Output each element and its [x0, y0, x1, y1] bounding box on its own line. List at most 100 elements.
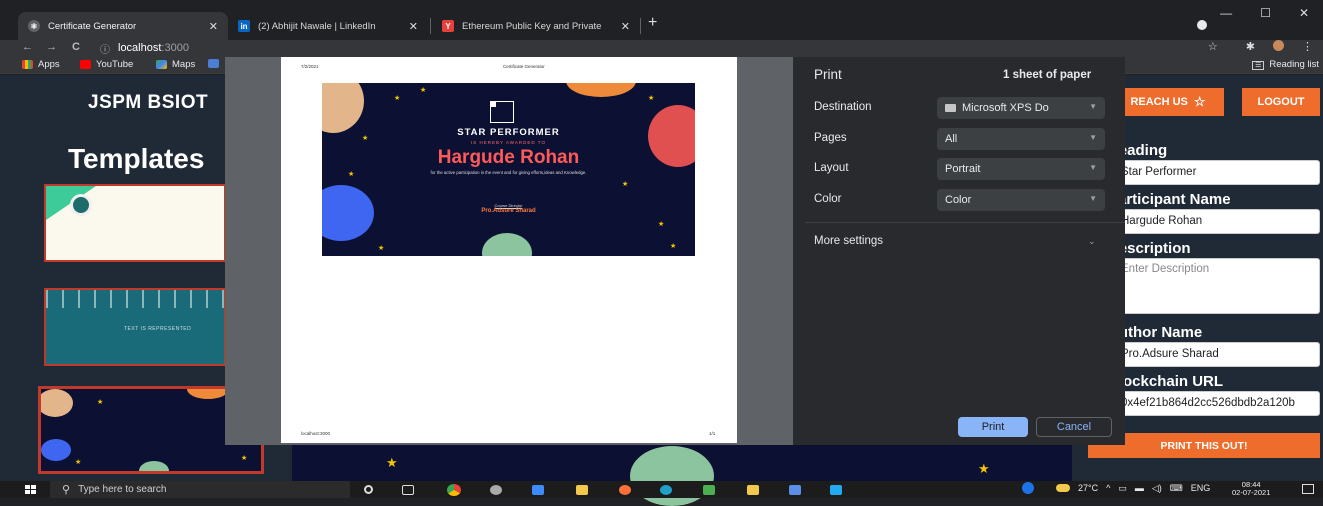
participant-name-input[interactable]: Hargude Rohan: [1108, 209, 1320, 234]
blockchain-url-input[interactable]: 0x4ef21b864d2cc526dbdb2a120b: [1108, 391, 1320, 416]
vscode-icon[interactable]: [830, 485, 842, 495]
tab-title: Ethereum Public Key and Private: [462, 20, 602, 32]
taskbar-clock[interactable]: 08:44 02-07-2021: [1232, 481, 1270, 497]
certificate-recipient-name: Hargude Rohan: [437, 147, 580, 168]
menu-icon[interactable]: ⋮: [1302, 40, 1313, 53]
taskbar-search[interactable]: ⚲ Type here to search: [50, 481, 350, 498]
back-arrow-icon[interactable]: ←: [22, 41, 33, 53]
print-dialog-title: Print: [814, 67, 842, 82]
firefox-icon[interactable]: [619, 485, 631, 495]
maximize-button[interactable]: ☐: [1260, 6, 1271, 20]
close-tab-icon[interactable]: ✕: [209, 20, 218, 33]
close-tab-icon[interactable]: ✕: [409, 20, 418, 33]
app-icon[interactable]: [789, 485, 801, 495]
bookmark-overflow[interactable]: [208, 59, 219, 68]
templates-heading: Templates: [68, 143, 205, 174]
bookmark-maps[interactable]: Maps: [156, 59, 195, 70]
dialog-cancel-button[interactable]: Cancel: [1036, 417, 1112, 437]
meet-icon[interactable]: [532, 485, 544, 495]
tab-linkedin[interactable]: in (2) Abhijit Nawale | LinkedIn ✕: [228, 12, 428, 40]
edge-icon[interactable]: [660, 485, 672, 495]
tab-certificate-generator[interactable]: ⚛ Certificate Generator ✕: [18, 12, 228, 40]
layout-label: Layout: [814, 162, 849, 174]
certificate-logo-icon: [490, 101, 514, 123]
windows-start-icon[interactable]: [25, 485, 36, 495]
destination-select[interactable]: Microsoft XPS Do ▼: [937, 97, 1105, 119]
star-decoration: ★: [97, 399, 104, 406]
star-decoration: ★: [420, 87, 427, 94]
pages-select[interactable]: All ▼: [937, 128, 1105, 150]
react-favicon-icon: ⚛: [28, 20, 40, 32]
media-control-icon[interactable]: [1197, 20, 1207, 30]
layout-select[interactable]: Portrait ▼: [937, 158, 1105, 180]
forward-arrow-icon[interactable]: →: [46, 41, 57, 53]
printer-icon: [945, 104, 956, 112]
pages-value: All: [945, 133, 958, 145]
close-window-button[interactable]: ✕: [1299, 6, 1309, 20]
apps-grid-icon: [22, 60, 33, 69]
cortana-icon[interactable]: [364, 485, 373, 494]
search-placeholder: Type here to search: [78, 484, 167, 495]
star-decoration: ★: [394, 95, 401, 102]
color-select[interactable]: Color ▼: [937, 189, 1105, 211]
preview-date: 7/2/2021: [301, 64, 319, 69]
temperature[interactable]: 27°C: [1078, 483, 1098, 493]
sheet-count: 1 sheet of paper: [1003, 69, 1092, 81]
reload-icon[interactable]: C: [72, 41, 80, 53]
bookmark-label: Apps: [38, 59, 60, 70]
weather-icon[interactable]: [1056, 484, 1070, 492]
task-view-icon[interactable]: [402, 485, 414, 495]
settings-gear-icon[interactable]: [490, 485, 502, 495]
close-tab-icon[interactable]: ✕: [621, 20, 630, 33]
certificate-description: for the active participation in the even…: [430, 170, 587, 175]
address-bar[interactable]: ⓘ localhost:3000: [100, 40, 189, 56]
linkedin-icon: in: [238, 20, 250, 32]
author-name-input[interactable]: Pro.Adsure Sharad: [1108, 342, 1320, 367]
bookmark-apps[interactable]: Apps: [22, 59, 60, 70]
preview-page-number: 1/1: [709, 431, 716, 436]
description-textarea[interactable]: Enter Description: [1108, 258, 1320, 314]
minimize-button[interactable]: —: [1220, 6, 1232, 20]
new-tab-button[interactable]: +: [648, 14, 657, 32]
planet-decoration: [322, 83, 364, 133]
pages-label: Pages: [814, 132, 847, 144]
star-decoration: ★: [648, 95, 655, 102]
profile-avatar[interactable]: [1273, 40, 1284, 51]
template-caption: TEXT IS REPRESENTED: [124, 326, 192, 332]
tab-ethereum[interactable]: Y Ethereum Public Key and Private ✕: [432, 12, 640, 40]
preview-footer-url: localhost:3000: [301, 431, 331, 436]
extensions-icon[interactable]: ✱: [1246, 40, 1255, 53]
info-icon[interactable]: ⓘ: [100, 41, 110, 56]
bookmark-star-icon[interactable]: ☆: [1208, 40, 1218, 53]
heading-input[interactable]: Star Performer: [1108, 160, 1320, 185]
more-settings-toggle[interactable]: More settings: [814, 235, 883, 247]
chevron-up-icon[interactable]: ^: [1106, 483, 1110, 493]
chevron-down-icon[interactable]: ⌄: [1088, 236, 1096, 247]
app-icon[interactable]: [747, 485, 759, 495]
bookmark-youtube[interactable]: YouTube: [80, 59, 133, 70]
file-explorer-icon[interactable]: [576, 485, 588, 495]
logout-button[interactable]: LOGOUT: [1242, 88, 1320, 116]
notification-icon[interactable]: [1302, 484, 1314, 494]
chrome-icon[interactable]: [447, 484, 461, 496]
preview-page-title: Certificate Generator: [503, 64, 545, 69]
template-2-thumbnail[interactable]: TEXT IS REPRESENTED: [44, 288, 226, 366]
battery-icon[interactable]: ▬: [1135, 483, 1144, 493]
reading-list-label: Reading list: [1269, 59, 1319, 70]
planet-decoration: [139, 461, 169, 471]
volume-icon[interactable]: ◁): [1152, 483, 1162, 494]
star-decoration: ★: [622, 181, 629, 188]
language-indicator[interactable]: ENG: [1191, 483, 1211, 493]
reading-list-button[interactable]: ☰ Reading list: [1252, 59, 1319, 70]
dialog-print-button[interactable]: Print: [958, 417, 1028, 437]
keyboard-icon[interactable]: ⌨: [1170, 483, 1183, 494]
url-host: localhost: [118, 42, 162, 54]
template-1-thumbnail[interactable]: [44, 184, 226, 262]
network-icon[interactable]: ▭: [1118, 483, 1127, 494]
star-decoration: ★: [658, 221, 665, 228]
app-icon[interactable]: [703, 485, 715, 495]
tray-app-icon[interactable]: [1022, 482, 1034, 494]
clock-date: 02-07-2021: [1232, 488, 1271, 497]
reading-list-icon: ☰: [1252, 61, 1265, 70]
reach-us-button[interactable]: REACH US ☆: [1112, 88, 1224, 116]
